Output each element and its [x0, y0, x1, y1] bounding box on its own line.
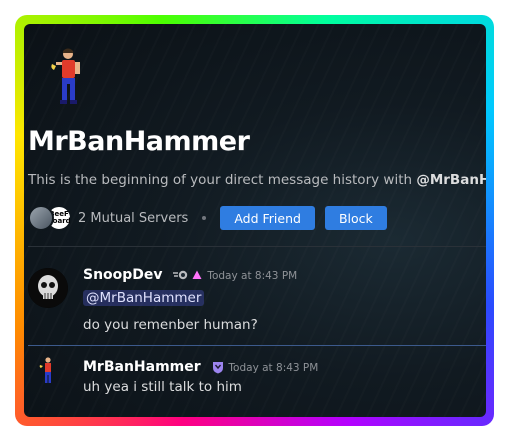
- add-friend-button[interactable]: Add Friend: [220, 206, 315, 230]
- message-content: do you remenber human?: [83, 317, 258, 333]
- new-message-divider: [28, 345, 486, 346]
- header-divider: [28, 246, 486, 247]
- message-author[interactable]: SnoopDev Today at 8:43 PM: [83, 267, 297, 283]
- dm-channel-panel: MrBanHammer This is the beginning of you…: [24, 24, 486, 417]
- user-avatar[interactable]: [28, 268, 68, 308]
- server-boost-badge-icon[interactable]: [192, 270, 202, 280]
- message-timestamp: Today at 8:43 PM: [228, 362, 319, 374]
- author-name[interactable]: MrBanHammer: [83, 359, 201, 375]
- user-mention[interactable]: @MrBanHammer: [83, 290, 205, 306]
- separator-dot: [202, 216, 207, 220]
- nitro-badge-icon[interactable]: [173, 270, 188, 280]
- mutual-servers-row: BeeF Board 2 Mutual Servers Add Friend B…: [28, 205, 387, 231]
- message-content: uh yea i still talk to him: [83, 379, 242, 395]
- user-badges: [212, 361, 224, 374]
- user-avatar[interactable]: [38, 356, 58, 386]
- profile-name: MrBanHammer: [28, 126, 250, 157]
- block-button[interactable]: Block: [324, 206, 387, 230]
- user-badges: [173, 270, 202, 280]
- intro-prefix: This is the beginning of your direct mes…: [28, 172, 417, 188]
- hypesquad-badge-icon[interactable]: [212, 361, 224, 374]
- mutual-servers-link[interactable]: 2 Mutual Servers: [78, 211, 188, 226]
- mutual-server-icon-1[interactable]: [28, 205, 54, 231]
- skull-icon: [28, 268, 68, 308]
- dm-intro-text: This is the beginning of your direct mes…: [28, 172, 486, 188]
- author-name[interactable]: SnoopDev: [83, 267, 163, 283]
- user-avatar-large[interactable]: [46, 46, 90, 108]
- message-timestamp: Today at 8:43 PM: [207, 270, 298, 282]
- message-author[interactable]: MrBanHammer Today at 8:43 PM: [83, 359, 318, 375]
- intro-handle: @MrBanHammer: [416, 172, 486, 188]
